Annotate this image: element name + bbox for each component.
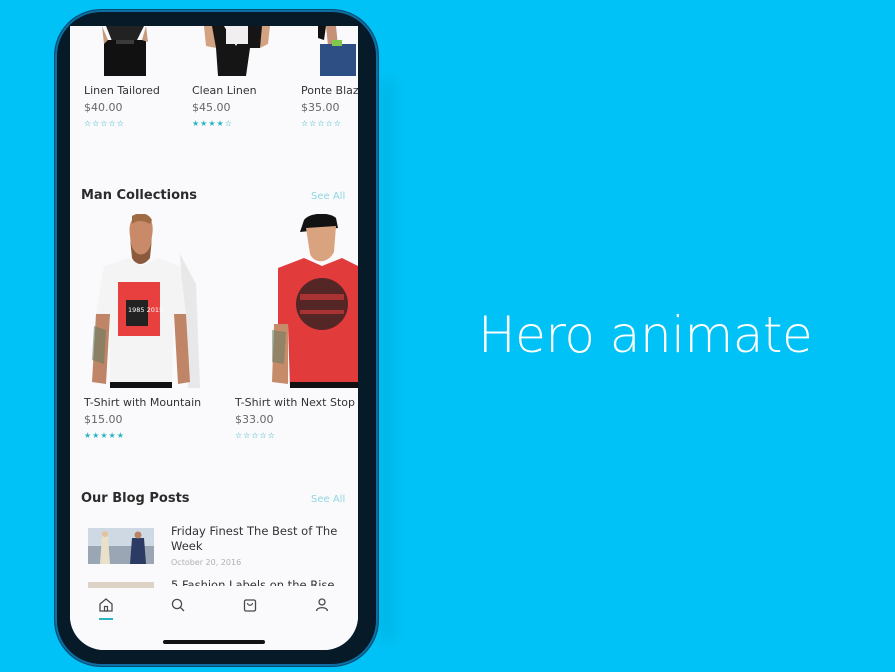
product-name[interactable]: Clean Linen xyxy=(192,84,257,97)
shirt-print: 1985 2015 xyxy=(128,306,163,314)
active-tab-indicator xyxy=(99,618,113,620)
product-price: $33.00 xyxy=(235,413,274,426)
rating-stars: ☆☆☆☆☆ xyxy=(84,119,125,128)
see-all-link[interactable]: See All xyxy=(311,191,345,202)
product-name[interactable]: Ponte Blaze xyxy=(301,84,358,97)
section-title: Our Blog Posts xyxy=(81,491,190,506)
bag-icon[interactable] xyxy=(242,597,258,613)
product-price: $15.00 xyxy=(84,413,123,426)
product-price: $35.00 xyxy=(301,101,340,114)
hero-caption: Hero animate xyxy=(478,306,813,364)
see-all-link[interactable]: See All xyxy=(311,494,345,505)
blog-post-date: October 20, 2016 xyxy=(171,558,242,567)
blog-thumbnail[interactable] xyxy=(88,528,154,564)
user-icon[interactable] xyxy=(314,597,330,613)
blog-post-title[interactable]: 5 Fashion Labels on the Rise xyxy=(171,578,351,586)
product-name[interactable]: T-Shirt with Next Stop xyxy=(235,396,355,409)
product-photo[interactable] xyxy=(318,26,358,76)
app-screen[interactable]: Linen Tailored $40.00 ☆☆☆☆☆ Clean Linen … xyxy=(70,26,358,650)
product-price: $45.00 xyxy=(192,101,231,114)
phone-shadow xyxy=(380,80,394,640)
blog-post-title[interactable]: Friday Finest The Best of The Week xyxy=(171,524,351,554)
rating-stars: ★★★★☆ xyxy=(192,119,233,128)
rating-stars: ☆☆☆☆☆ xyxy=(235,431,276,440)
section-title: Man Collections xyxy=(81,188,197,203)
product-price: $40.00 xyxy=(84,101,123,114)
product-photo[interactable] xyxy=(270,214,358,388)
home-icon[interactable] xyxy=(98,597,114,613)
product-name[interactable]: Linen Tailored xyxy=(84,84,160,97)
rating-stars: ★★★★★ xyxy=(84,431,125,440)
rating-stars: ☆☆☆☆☆ xyxy=(301,119,342,128)
product-photo[interactable]: 1985 2015 xyxy=(84,214,204,388)
bottom-nav xyxy=(70,588,358,650)
product-photo[interactable] xyxy=(96,26,156,76)
home-indicator xyxy=(163,640,265,644)
product-name[interactable]: T-Shirt with Mountain xyxy=(84,396,201,409)
product-photo[interactable] xyxy=(202,26,272,76)
search-icon[interactable] xyxy=(170,597,186,613)
